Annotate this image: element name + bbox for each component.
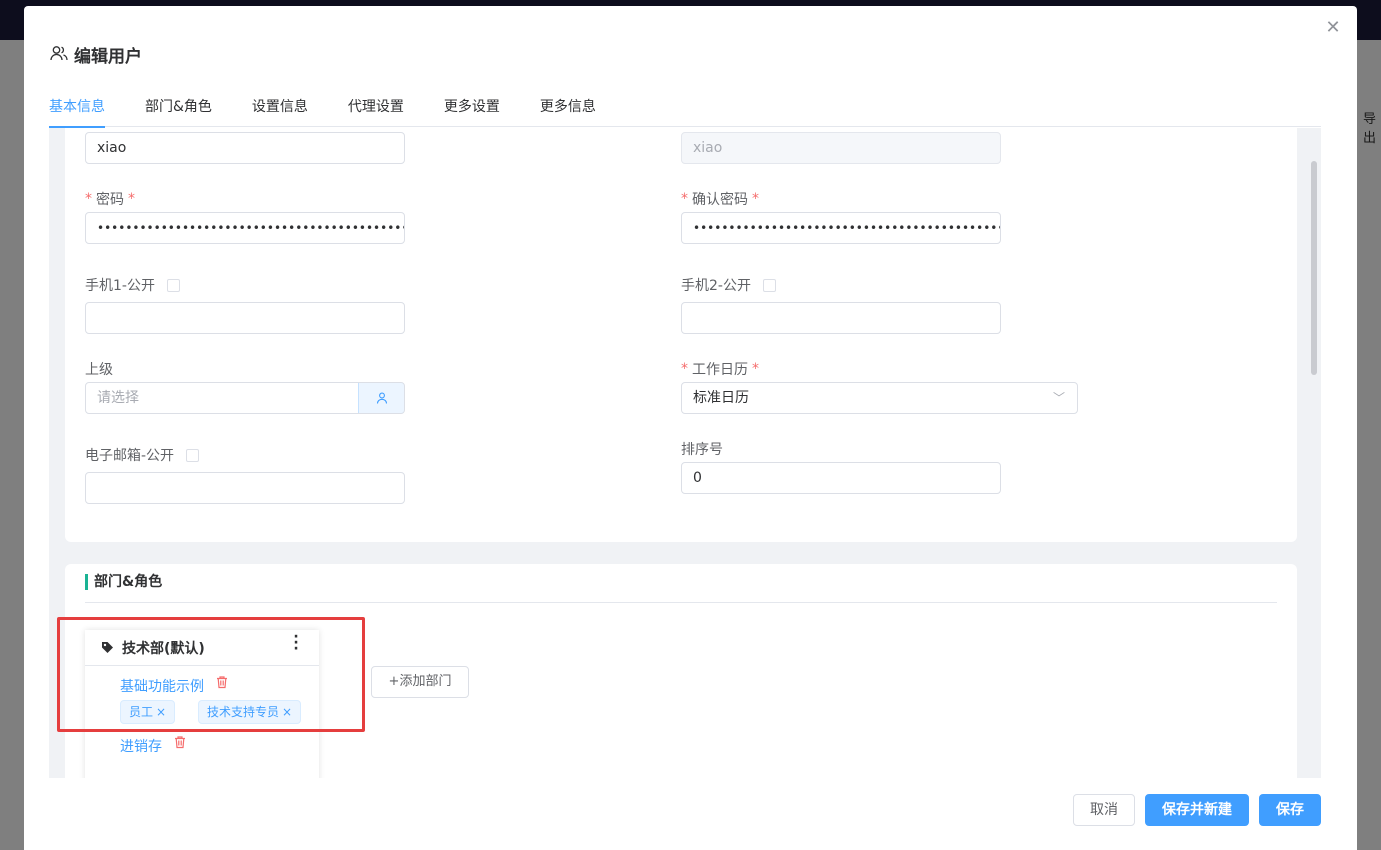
basic-info-card: xiao xiao * 密码 * •••••••••••••••••••••••••… — [65, 128, 1297, 542]
mobile1-input[interactable] — [85, 302, 405, 334]
superior-label: 上级 — [85, 362, 113, 378]
superior-select-input[interactable]: 请选择 — [85, 382, 405, 414]
tag-close-icon[interactable]: × — [156, 701, 166, 723]
mobile2-label: 手机2-公开 — [681, 275, 776, 295]
role-tag-employee: 员工 × — [120, 700, 176, 724]
confirm-password-label: * 确认密码 * — [681, 191, 759, 208]
password-input[interactable]: ••••••••••••••••••••••••••••••••••••••••… — [85, 212, 405, 244]
save-and-new-button[interactable]: 保存并新建 — [1145, 794, 1249, 826]
section-divider — [85, 602, 1277, 603]
tab-more-settings[interactable]: 更多设置 — [444, 94, 520, 127]
user-icon — [376, 392, 387, 404]
mobile2-input[interactable] — [681, 302, 1001, 334]
edit-user-dialog: 编辑用户 ✕ 基本信息 部门&角色 设置信息 代理设置 更多设置 更多信息 xi… — [24, 6, 1357, 850]
cancel-button[interactable]: 取消 — [1073, 794, 1135, 826]
scrollbar-thumb[interactable] — [1311, 161, 1317, 375]
login-name-input[interactable]: xiao — [85, 132, 405, 164]
tab-more-info[interactable]: 更多信息 — [540, 94, 616, 127]
save-button[interactable]: 保存 — [1259, 794, 1321, 826]
dialog-body: xiao xiao * 密码 * •••••••••••••••••••••••••… — [49, 128, 1321, 778]
dept-card-header: 技术部(默认) — [85, 630, 319, 666]
dept-role-section-title: 部门&角色 — [85, 574, 162, 590]
dialog-title: 编辑用户 — [74, 47, 142, 67]
calendar-label: * 工作日历 * — [681, 361, 759, 378]
tab-settings-info[interactable]: 设置信息 — [252, 94, 328, 127]
tag-icon — [102, 642, 113, 653]
dept-name: 技术部(默认) — [122, 640, 205, 657]
role-group-basic[interactable]: 基础功能示例 — [120, 676, 204, 696]
close-icon[interactable]: ✕ — [1323, 18, 1343, 38]
role-group-inventory[interactable]: 进销存 — [120, 736, 162, 756]
mobile2-public-checkbox[interactable] — [762, 278, 776, 292]
tab-dept-role[interactable]: 部门&角色 — [145, 94, 232, 127]
more-vertical-icon[interactable]: · · · — [293, 630, 299, 656]
tab-basic-info[interactable]: 基本信息 — [49, 94, 125, 128]
select-user-button[interactable] — [358, 383, 404, 413]
email-label: 电子邮箱-公开 — [85, 445, 200, 465]
users-icon — [50, 45, 68, 65]
email-public-checkbox[interactable] — [186, 448, 200, 462]
email-input[interactable] — [85, 472, 405, 504]
add-dept-button[interactable]: +添加部门 — [371, 666, 469, 698]
sort-input[interactable]: 0 — [681, 462, 1001, 494]
dept-role-card: 部门&角色 技术部(默认) · · · 基础功能示例 员工 × 技术支持专员 × 进销存 — [65, 564, 1297, 778]
tab-bar: 基本信息 部门&角色 设置信息 代理设置 更多设置 更多信息 — [49, 94, 1321, 128]
dept-card: 技术部(默认) · · · 基础功能示例 员工 × 技术支持专员 × 进销存 — [85, 630, 319, 778]
dialog-header: 编辑用户 — [50, 42, 142, 67]
role-tag-tech-support: 技术支持专员 × — [198, 700, 302, 724]
confirm-password-input[interactable]: ••••••••••••••••••••••••••••••••••••••••… — [681, 212, 1001, 244]
sort-label: 排序号 — [681, 442, 723, 458]
calendar-select[interactable]: 标准日历 ﹀ — [681, 382, 1078, 414]
password-label: * 密码 * — [85, 191, 135, 208]
mobile1-public-checkbox[interactable] — [166, 278, 180, 292]
username-input-disabled: xiao — [681, 132, 1001, 164]
tag-close-icon[interactable]: × — [282, 701, 292, 723]
tab-proxy-settings[interactable]: 代理设置 — [348, 94, 424, 127]
mobile1-label: 手机1-公开 — [85, 275, 180, 295]
trash-icon[interactable] — [215, 675, 229, 689]
chevron-down-icon: ﹀ — [1052, 391, 1065, 405]
trash-icon[interactable] — [173, 735, 187, 749]
